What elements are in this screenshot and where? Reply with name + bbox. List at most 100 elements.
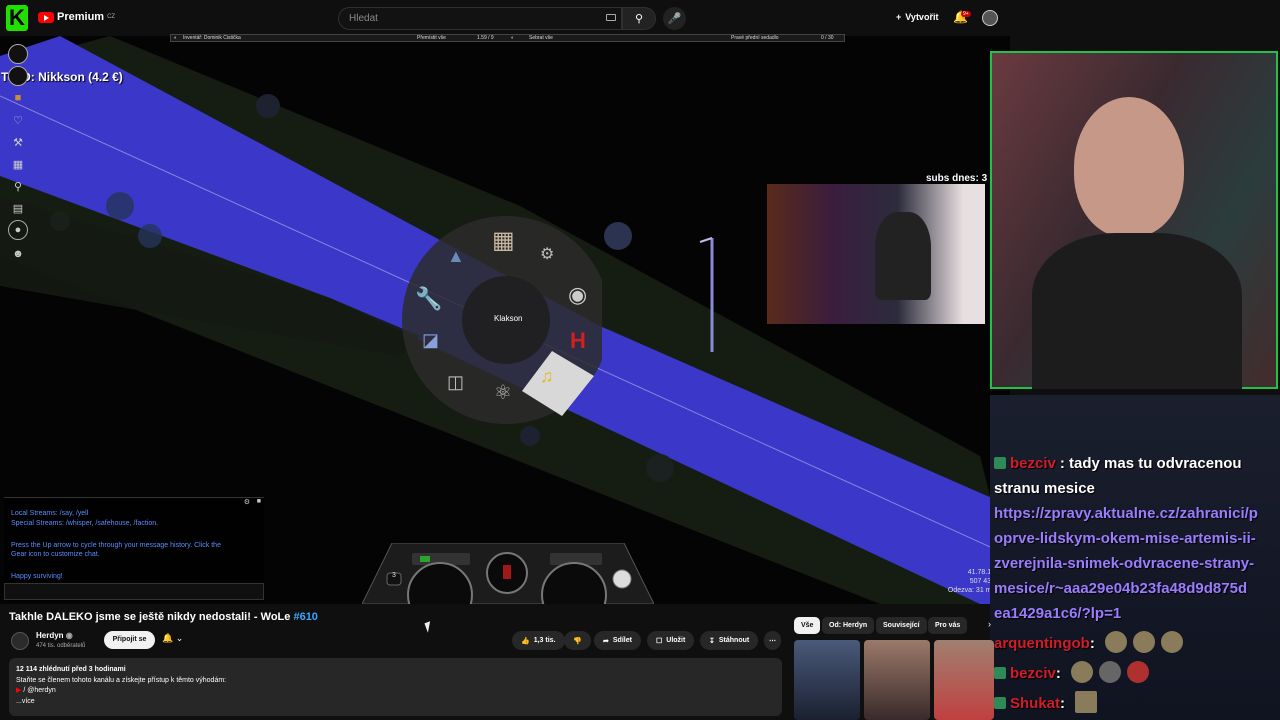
seat-label: Pravé přední sedadlo — [731, 35, 779, 41]
keyboard-icon[interactable] — [606, 14, 616, 21]
status-circle-icon[interactable] — [8, 66, 28, 86]
collect-all-button[interactable]: Sebrat vše — [529, 35, 553, 42]
chat-link-line[interactable]: mesice/r~aaa29e04b23fa48d9d875d — [994, 576, 1247, 601]
thumbs-up-icon: 👍 — [521, 637, 530, 645]
region-label: CZ — [107, 14, 116, 20]
health-status-icon[interactable] — [8, 44, 28, 64]
video-hashtag[interactable]: #610 — [293, 611, 317, 623]
description-line: Staňte se členem tohoto kanálu a získejt… — [16, 676, 227, 684]
chat-username: bezciv — [1010, 665, 1056, 682]
chat-input[interactable] — [4, 583, 264, 600]
chat-line: Happy surviving! — [11, 573, 63, 580]
kick-logo[interactable]: K — [6, 5, 28, 31]
crafting-hammer-icon[interactable]: ⚒ — [8, 132, 28, 152]
chat-username: Shukat — [1010, 695, 1061, 712]
search-button[interactable]: ⚲ — [622, 7, 656, 30]
map-building-icon[interactable]: ▦ — [8, 154, 28, 174]
youtube-header: K Premium CZ Hledat ⚲ 🎤 + Vytvořit 🔔 9+ — [0, 0, 1010, 36]
chat-username: bezciv — [1010, 455, 1056, 472]
zombie-icon[interactable]: ☻ — [8, 244, 28, 264]
streamer-body — [1032, 233, 1242, 389]
channel-handle[interactable]: / @herdyn — [23, 687, 55, 694]
youtube-icon: ▶ — [16, 687, 22, 694]
health-heart-icon[interactable]: ♡ — [8, 110, 28, 130]
chat-text: : tady mas tu odvracenou — [1059, 455, 1242, 472]
save-button[interactable]: ☐ Uložit — [647, 631, 695, 650]
join-button[interactable]: Připojit se — [104, 631, 155, 649]
chat-link-line[interactable]: zverejnila-snimek-odvracene-strany- — [994, 551, 1254, 576]
search-magnifier-icon[interactable]: ⚲ — [8, 176, 28, 196]
move-all-button[interactable]: Přemístit vše — [417, 35, 446, 42]
car-door-icon[interactable]: ▲ — [447, 246, 465, 267]
video-thumbnail[interactable] — [864, 640, 930, 720]
emote-icon — [1133, 631, 1155, 653]
download-button[interactable]: ↧ Stáhnout — [700, 631, 759, 650]
badge-icon — [994, 697, 1006, 709]
dislike-button[interactable]: 👎 — [564, 631, 591, 650]
more-actions-button[interactable]: ⋯ — [764, 631, 781, 650]
video-description[interactable]: 12 114 zhlédnutí před 3 hodinami Staňte … — [9, 658, 782, 716]
chat-gear-icon[interactable]: ⚙ — [244, 498, 250, 506]
chip-for-you[interactable]: Pro vás — [928, 617, 968, 634]
wrench-icon[interactable]: 🔧 — [415, 286, 442, 312]
chat-link-line[interactable]: https://zpravy.aktualne.cz/zahranici/p — [994, 501, 1258, 526]
tree — [106, 192, 134, 220]
subs-today-label: subs dnes: 3 — [926, 173, 988, 184]
video-thumbnail[interactable] — [934, 640, 994, 720]
youtube-logo[interactable]: Premium CZ — [38, 11, 115, 23]
channel-avatar[interactable] — [11, 632, 29, 650]
chat-message: arquentingob: — [994, 631, 1183, 656]
search-input[interactable]: Hledat — [338, 7, 622, 30]
like-button[interactable]: 👍 1,3 tis. — [512, 631, 565, 650]
inventory-info-icon: ◐ — [174, 35, 178, 41]
badge-icon — [994, 667, 1006, 679]
chip-from-channel[interactable]: Od: Herdyn — [822, 617, 875, 634]
video-thumbnail[interactable] — [794, 640, 860, 720]
remove-key-icon[interactable]: ⚙ — [540, 244, 554, 264]
create-button[interactable]: + Vytvořit — [896, 12, 938, 22]
chat-link-line[interactable]: ea1429a1c6/?lp=1 — [994, 601, 1121, 626]
show-more-link[interactable]: ...více — [16, 697, 775, 708]
chip-all[interactable]: Vše — [794, 617, 821, 634]
ping: Odezva: 31 ms — [947, 587, 995, 594]
description-line: ▶ / @herdyn — [16, 686, 775, 697]
headlights-icon[interactable]: H — [570, 328, 586, 354]
streamer-head — [1074, 97, 1184, 237]
map-icon[interactable]: ▤ — [8, 198, 28, 218]
voice-search-button[interactable]: 🎤 — [663, 7, 686, 30]
more-dots-icon: ⋯ — [769, 637, 776, 645]
chat-text: : — [1060, 695, 1066, 712]
gear-indicator: 3 — [392, 572, 396, 579]
chat-link-line[interactable]: oprve-lidskym-okem-mise-artemis-ii- — [994, 526, 1256, 551]
share-icon: ➦ — [603, 637, 609, 645]
tree — [604, 222, 632, 250]
inventory-bar[interactable]: ◐ Inventář: Dominik Cistička Přemístit v… — [170, 34, 845, 42]
inventory-box-icon[interactable]: ■ — [8, 88, 28, 108]
window-icon[interactable]: ◪ — [422, 330, 439, 351]
chat-lock-icon[interactable]: ■ — [257, 498, 261, 505]
chat-line: Press the Up arrow to cycle through your… — [11, 542, 221, 549]
youtube-play-icon — [38, 11, 54, 23]
chip-related[interactable]: Související — [876, 617, 927, 634]
chat-text-cont: stranu mesice — [994, 480, 1095, 497]
tree — [138, 224, 162, 248]
seat-icon[interactable]: ▦ — [492, 226, 515, 255]
plus-icon: + — [896, 12, 902, 22]
chat-line: Special Streams: /whisper, /safehouse, /… — [11, 520, 159, 527]
subscribe-bell-icon[interactable]: 🔔 ⌄ — [162, 633, 183, 644]
channel-name[interactable]: Herdyn ◉ — [36, 631, 73, 640]
trunk-icon[interactable]: ◫ — [447, 372, 464, 393]
horn-icon[interactable]: ♫ — [540, 366, 554, 387]
webcam-main — [990, 51, 1278, 389]
speaker-icon[interactable]: ◉ — [568, 282, 587, 308]
radio-icon[interactable]: ● — [8, 220, 28, 240]
engine-icon[interactable]: ⚛ — [494, 380, 512, 405]
search-icon: ⚲ — [634, 13, 644, 25]
chip-next-arrow-icon[interactable]: › — [988, 619, 991, 629]
download-label: Stáhnout — [718, 637, 750, 644]
video-title-text: Takhle DALEKO jsme se ještě nikdy nedost… — [9, 611, 291, 623]
bookmark-icon: ☐ — [656, 637, 663, 645]
account-avatar[interactable] — [982, 10, 998, 26]
share-button[interactable]: ➦ Sdílet — [594, 631, 641, 650]
coordinates-readout: 41.78.18 507 436 Odezva: 31 ms — [935, 568, 995, 595]
